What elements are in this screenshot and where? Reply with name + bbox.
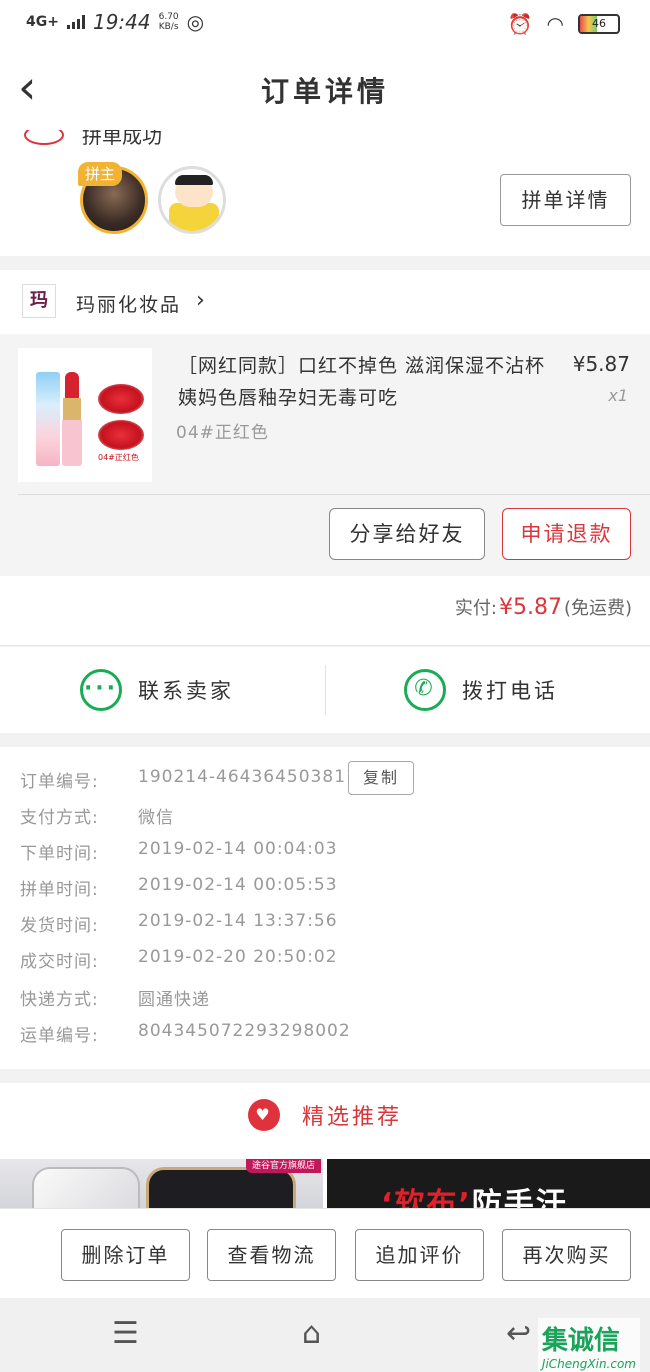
phone-icon: ✆ bbox=[404, 669, 446, 711]
info-value: 2019-02-14 13:37:56 bbox=[138, 911, 338, 931]
battery-level: 46 bbox=[592, 17, 606, 30]
avatar-member[interactable] bbox=[158, 166, 226, 234]
shop-logo: 玛 bbox=[22, 284, 56, 318]
watermark: 集诚信 JiChengXin.com bbox=[537, 1318, 640, 1372]
view-logistics-button[interactable]: 查看物流 bbox=[207, 1229, 336, 1281]
page-title: 订单详情 bbox=[260, 75, 389, 108]
contact-seller-label: 联系卖家 bbox=[138, 679, 234, 703]
product-price: ¥5.87 bbox=[572, 352, 630, 376]
chat-bubble-icon: ··· bbox=[80, 669, 122, 711]
wifi-icon: ◠ bbox=[546, 12, 564, 36]
chevron-right-icon: › bbox=[196, 288, 205, 313]
info-label: 发货时间: bbox=[20, 916, 99, 936]
product-variant: 04#正红色 bbox=[176, 423, 269, 443]
product-quantity: x1 bbox=[608, 386, 628, 405]
recommendations: ♥ 精选推荐 途谷官方旗舰店 ‘软布’防手汗 bbox=[0, 1083, 650, 1213]
thumbnail-caption: 04#正红色 bbox=[98, 453, 139, 462]
shop-row[interactable]: 玛 玛丽化妆品 › bbox=[0, 270, 650, 334]
clock: 19:44 bbox=[92, 10, 151, 34]
battery-icon: 46 bbox=[578, 14, 620, 34]
network-type: 4G+ bbox=[26, 14, 59, 30]
recommend-title: 精选推荐 bbox=[301, 1105, 402, 1130]
sync-icon: ◎ bbox=[186, 10, 205, 34]
product-card: 04#正红色 ［网红同款］口红不掉色 滋润保湿不沾杯姨妈色唇釉孕妇无毒可吃 04… bbox=[0, 334, 650, 576]
host-badge: 拼主 bbox=[78, 162, 122, 186]
refund-button[interactable]: 申请退款 bbox=[502, 508, 631, 560]
recommend-item-phone[interactable]: 途谷官方旗舰店 bbox=[0, 1159, 323, 1213]
heart-icon: ♥ bbox=[247, 1099, 280, 1131]
watermark-brand: 集诚信 bbox=[541, 1326, 620, 1356]
tracking-number: 804345072293298002 bbox=[138, 1021, 351, 1041]
product-thumbnail[interactable]: 04#正红色 bbox=[18, 348, 152, 482]
info-label: 运单编号: bbox=[20, 1026, 99, 1046]
back-arrow-icon[interactable]: ↩ bbox=[506, 1316, 531, 1351]
contact-bar: ··· 联系卖家 ✆ 拨打电话 bbox=[0, 647, 650, 733]
group-icon bbox=[24, 130, 64, 145]
paid-amount: ¥5.87 bbox=[498, 595, 562, 620]
group-status-text: 拼单成功 bbox=[82, 130, 162, 148]
info-label: 快递方式: bbox=[20, 990, 99, 1010]
copy-button[interactable]: 复制 bbox=[348, 761, 414, 795]
home-icon[interactable]: ⌂ bbox=[302, 1316, 321, 1351]
order-action-bar: 删除订单 查看物流 追加评价 再次购买 bbox=[0, 1208, 650, 1298]
shipping-note: (免运费) bbox=[563, 598, 632, 619]
nav-bar: ‹ 订单详情 bbox=[0, 50, 650, 130]
network-speed: 6.70 KB/s bbox=[158, 12, 179, 32]
info-label: 支付方式: bbox=[20, 808, 99, 828]
call-phone-button[interactable]: ✆ 拨打电话 bbox=[404, 647, 558, 733]
order-info: 订单编号: 190214-464364503811267 复制 支付方式: 微信… bbox=[0, 747, 650, 1069]
product-title[interactable]: ［网红同款］口红不掉色 滋润保湿不沾杯姨妈色唇釉孕妇无毒可吃 bbox=[178, 350, 548, 414]
contact-seller-button[interactable]: ··· 联系卖家 bbox=[80, 647, 234, 733]
info-label: 下单时间: bbox=[20, 844, 99, 864]
share-button[interactable]: 分享给好友 bbox=[329, 508, 485, 560]
info-label: 成交时间: bbox=[20, 952, 99, 972]
info-value: 2019-02-14 00:05:53 bbox=[138, 875, 338, 895]
alarm-icon: ⏰ bbox=[507, 12, 533, 36]
info-label: 拼单时间: bbox=[20, 880, 99, 900]
group-buy-section: 拼单成功 拼主 拼单详情 bbox=[0, 130, 650, 256]
divider bbox=[18, 494, 650, 495]
call-phone-label: 拨打电话 bbox=[462, 679, 558, 703]
buy-again-button[interactable]: 再次购买 bbox=[502, 1229, 631, 1281]
group-details-button[interactable]: 拼单详情 bbox=[500, 174, 631, 226]
add-review-button[interactable]: 追加评价 bbox=[355, 1229, 484, 1281]
info-value: 微信 bbox=[138, 808, 174, 828]
info-value: 圆通快递 bbox=[138, 990, 210, 1010]
signal-icon bbox=[66, 15, 85, 29]
divider bbox=[325, 665, 326, 715]
group-status: 拼单成功 bbox=[24, 130, 162, 149]
info-value: 2019-02-14 00:04:03 bbox=[138, 839, 338, 859]
recommend-item-ad[interactable]: ‘软布’防手汗 bbox=[327, 1159, 650, 1213]
delete-order-button[interactable]: 删除订单 bbox=[61, 1229, 190, 1281]
menu-icon[interactable]: ☰ bbox=[112, 1316, 139, 1351]
watermark-url: JiChengXin.com bbox=[541, 1357, 636, 1371]
payment-summary: 实付: ¥5.87 (免运费) bbox=[0, 576, 650, 646]
info-value: 2019-02-20 20:50:02 bbox=[138, 947, 338, 967]
status-bar: 4G+ 19:44 6.70 KB/s ◎ ⏰ ◠ 46 bbox=[0, 0, 650, 50]
info-label: 订单编号: bbox=[20, 772, 99, 792]
store-tag: 途谷官方旗舰店 bbox=[245, 1159, 321, 1173]
paid-label: 实付: bbox=[454, 598, 497, 619]
shop-name[interactable]: 玛丽化妆品 bbox=[76, 290, 181, 317]
